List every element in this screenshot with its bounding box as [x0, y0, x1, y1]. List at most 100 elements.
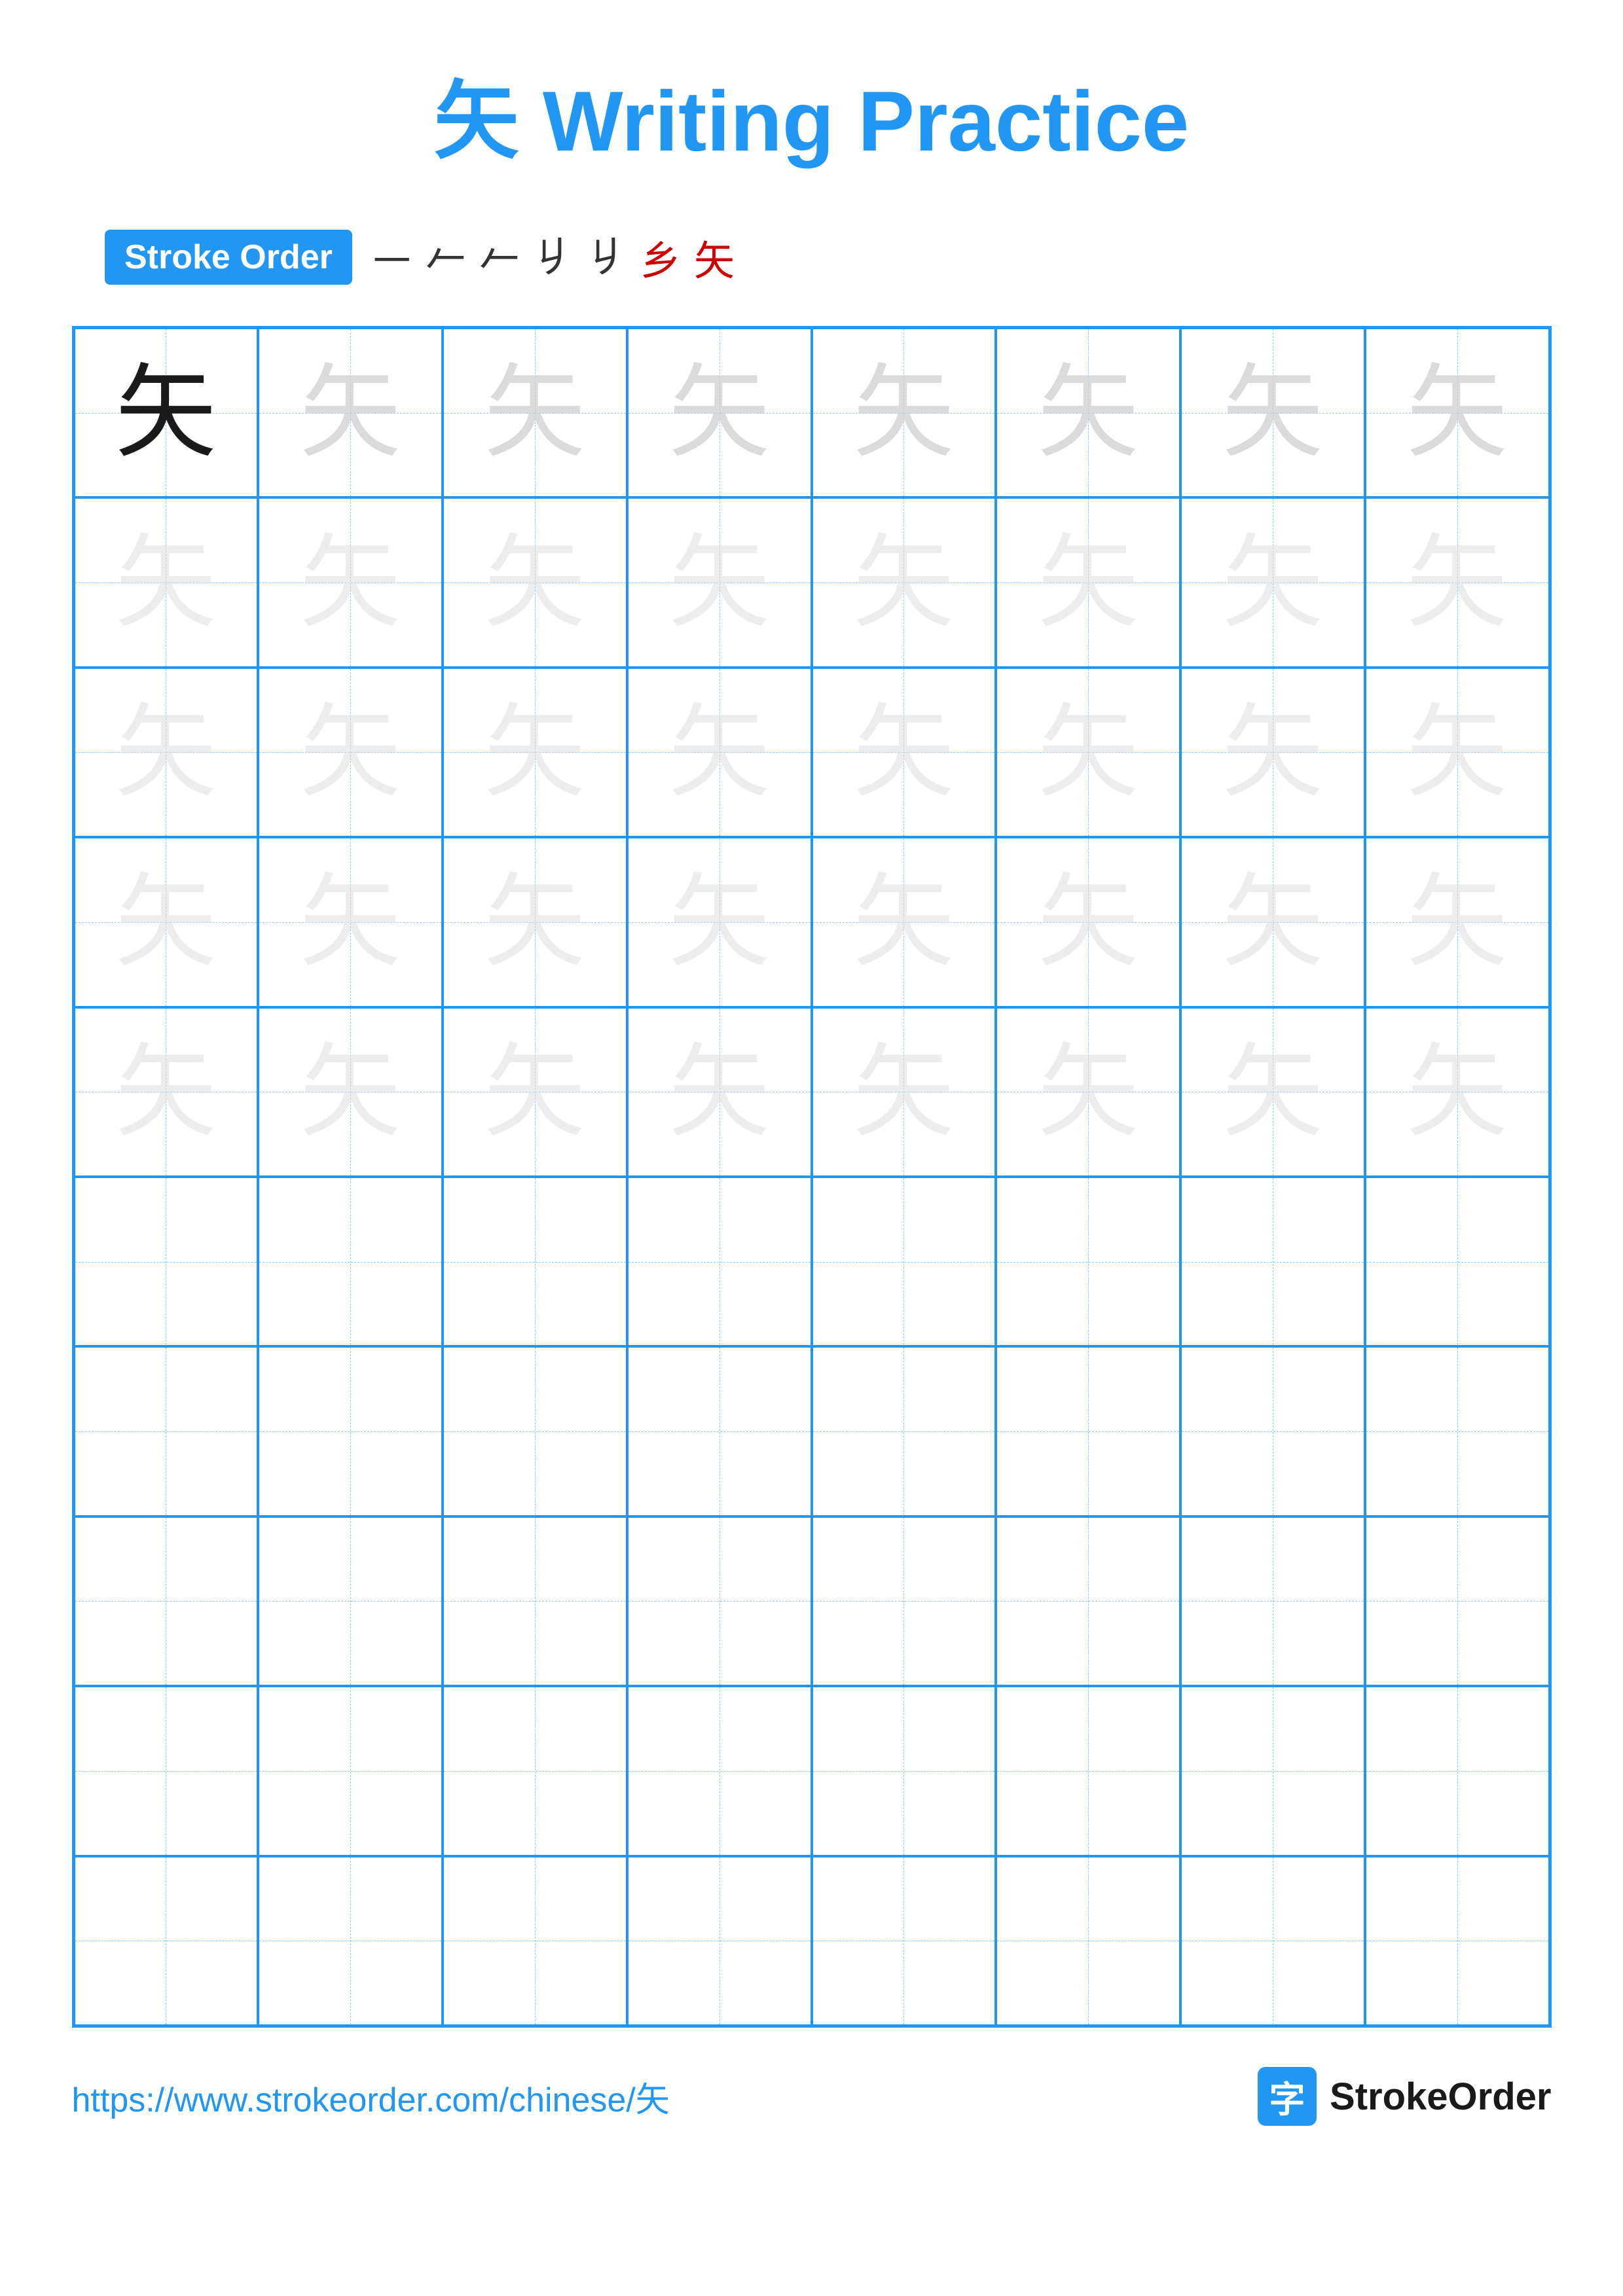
grid-cell[interactable]: 矢	[812, 328, 996, 497]
grid-cell[interactable]	[1180, 1346, 1365, 1516]
practice-grid: 矢矢矢矢矢矢矢矢矢矢矢矢矢矢矢矢矢矢矢矢矢矢矢矢矢矢矢矢矢矢矢矢矢矢矢矢矢矢矢矢	[72, 326, 1552, 2028]
grid-cell[interactable]	[812, 1686, 996, 1856]
grid-cell[interactable]: 矢	[1180, 837, 1365, 1007]
grid-cell[interactable]	[627, 1516, 812, 1686]
grid-cell[interactable]	[627, 1346, 812, 1516]
character-display: 矢	[1406, 532, 1508, 634]
grid-cell[interactable]: 矢	[1365, 1007, 1550, 1177]
grid-cell[interactable]: 矢	[443, 497, 627, 667]
stroke-step-1: ㇐	[372, 228, 412, 287]
grid-cell[interactable]: 矢	[812, 668, 996, 837]
grid-cell[interactable]	[1365, 1516, 1550, 1686]
grid-cell[interactable]: 矢	[443, 328, 627, 497]
grid-cell[interactable]: 矢	[258, 1007, 443, 1177]
grid-cell[interactable]: 矢	[627, 497, 812, 667]
grid-cell[interactable]	[74, 1516, 259, 1686]
grid-cell[interactable]	[627, 1856, 812, 2026]
grid-cell[interactable]	[996, 1346, 1180, 1516]
grid-cell[interactable]	[996, 1686, 1180, 1856]
character-display: 矢	[115, 362, 217, 463]
grid-cell[interactable]: 矢	[627, 328, 812, 497]
grid-cell[interactable]: 矢	[996, 1007, 1180, 1177]
stroke-step-7: 矢	[694, 228, 735, 287]
character-display: 矢	[484, 532, 585, 634]
grid-cell[interactable]	[443, 1346, 627, 1516]
grid-cell[interactable]: 矢	[996, 328, 1180, 497]
grid-cell[interactable]	[812, 1856, 996, 2026]
grid-cell[interactable]	[443, 1177, 627, 1346]
footer-logo-icon: 字	[1258, 2067, 1317, 2126]
grid-cell[interactable]: 矢	[258, 328, 443, 497]
grid-cell[interactable]: 矢	[627, 668, 812, 837]
grid-cell[interactable]	[996, 1177, 1180, 1346]
grid-cell[interactable]	[1365, 1346, 1550, 1516]
grid-cell[interactable]: 矢	[74, 497, 259, 667]
character-display: 矢	[1038, 532, 1139, 634]
grid-cell[interactable]: 矢	[1180, 668, 1365, 837]
footer-url[interactable]: https://www.strokeorder.com/chinese/矢	[72, 2072, 670, 2121]
grid-cell[interactable]: 矢	[443, 668, 627, 837]
grid-cell[interactable]: 矢	[258, 837, 443, 1007]
grid-cell[interactable]	[1180, 1177, 1365, 1346]
grid-cell[interactable]: 矢	[1365, 668, 1550, 837]
grid-cell[interactable]: 矢	[996, 837, 1180, 1007]
character-display: 矢	[1222, 362, 1323, 463]
grid-cell[interactable]	[627, 1177, 812, 1346]
grid-cell[interactable]	[812, 1346, 996, 1516]
grid-cell[interactable]	[258, 1346, 443, 1516]
character-display: 矢	[853, 532, 955, 634]
grid-cell[interactable]: 矢	[443, 837, 627, 1007]
grid-cell[interactable]: 矢	[74, 668, 259, 837]
grid-cell[interactable]	[627, 1686, 812, 1856]
grid-cell[interactable]: 矢	[258, 497, 443, 667]
grid-cell[interactable]	[443, 1516, 627, 1686]
character-display: 矢	[668, 362, 770, 463]
footer-logo: 字 StrokeOrder	[1258, 2067, 1551, 2126]
grid-cell[interactable]: 矢	[258, 668, 443, 837]
grid-cell[interactable]: 矢	[1180, 1007, 1365, 1177]
grid-cell[interactable]	[74, 1177, 259, 1346]
character-display: 矢	[1406, 702, 1508, 803]
grid-cell[interactable]: 矢	[1365, 328, 1550, 497]
character-display: 矢	[300, 1041, 401, 1143]
grid-cell[interactable]	[996, 1516, 1180, 1686]
grid-cell[interactable]	[258, 1686, 443, 1856]
character-display: 矢	[484, 871, 585, 973]
grid-cell[interactable]	[1365, 1856, 1550, 2026]
grid-cell[interactable]: 矢	[812, 497, 996, 667]
grid-cell[interactable]	[74, 1686, 259, 1856]
grid-cell[interactable]	[74, 1856, 259, 2026]
grid-cell[interactable]	[258, 1177, 443, 1346]
grid-cell[interactable]	[74, 1346, 259, 1516]
grid-cell[interactable]: 矢	[996, 497, 1180, 667]
grid-cell[interactable]: 矢	[443, 1007, 627, 1177]
grid-cell[interactable]: 矢	[996, 668, 1180, 837]
grid-cell[interactable]: 矢	[627, 1007, 812, 1177]
grid-cell[interactable]	[1180, 1686, 1365, 1856]
grid-cell[interactable]	[258, 1856, 443, 2026]
grid-cell[interactable]: 矢	[74, 837, 259, 1007]
grid-cell[interactable]: 矢	[74, 1007, 259, 1177]
stroke-order-badge: Stroke Order	[105, 230, 352, 285]
grid-cell[interactable]	[1365, 1686, 1550, 1856]
grid-cell[interactable]: 矢	[812, 837, 996, 1007]
grid-cell[interactable]: 矢	[1180, 497, 1365, 667]
character-display: 矢	[300, 871, 401, 973]
grid-cell[interactable]	[258, 1516, 443, 1686]
grid-cell[interactable]	[443, 1856, 627, 2026]
grid-cell[interactable]	[996, 1856, 1180, 2026]
grid-cell[interactable]: 矢	[1180, 328, 1365, 497]
grid-cell[interactable]: 矢	[74, 328, 259, 497]
grid-cell[interactable]	[812, 1516, 996, 1686]
grid-cell[interactable]: 矢	[812, 1007, 996, 1177]
grid-cell[interactable]	[812, 1177, 996, 1346]
grid-cell[interactable]	[443, 1686, 627, 1856]
grid-cell[interactable]	[1365, 1177, 1550, 1346]
grid-cell[interactable]	[1180, 1516, 1365, 1686]
grid-cell[interactable]: 矢	[1365, 497, 1550, 667]
grid-cell[interactable]	[1180, 1856, 1365, 2026]
stroke-step-4: 𠂈	[533, 233, 574, 281]
grid-cell[interactable]: 矢	[627, 837, 812, 1007]
character-display: 矢	[115, 702, 217, 803]
grid-cell[interactable]: 矢	[1365, 837, 1550, 1007]
